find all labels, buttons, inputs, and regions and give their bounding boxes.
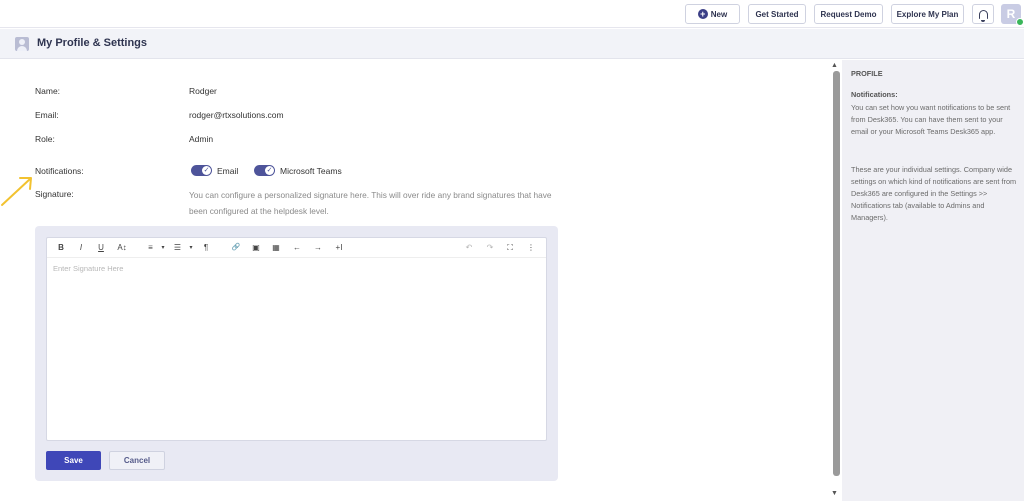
italic-icon[interactable]: I	[76, 242, 86, 254]
explore-plan-button[interactable]: Explore My Plan	[891, 4, 964, 24]
scrollbar-thumb[interactable]	[833, 71, 840, 476]
email-label: Email:	[35, 110, 59, 120]
email-value: rodger@rtxsolutions.com	[189, 110, 284, 120]
get-started-button[interactable]: Get Started	[748, 4, 806, 24]
check-icon: ✓	[265, 166, 274, 175]
signature-editor-container: B I U A↕ ≡ ▾ ☰ ▾ ¶ 🔗 ▣ ▦ ← → +I ↶ ↷ ⛶ ⋮ …	[35, 226, 558, 481]
scroll-down-icon[interactable]: ▼	[831, 490, 838, 497]
chevron-down-icon[interactable]: ▾	[159, 242, 167, 254]
notifications-button[interactable]	[972, 4, 994, 24]
more-options-icon[interactable]: ⋮	[525, 242, 537, 254]
avatar[interactable]: R	[1001, 4, 1024, 26]
fullscreen-icon[interactable]: ⛶	[504, 242, 516, 254]
check-icon: ✓	[202, 166, 211, 175]
arrow-right-icon[interactable]: →	[312, 242, 324, 254]
plus-icon: +	[697, 9, 708, 19]
side-panel-paragraph-1: You can set how you want notifications t…	[851, 103, 1011, 136]
email-notification-toggle[interactable]: ✓	[191, 165, 212, 176]
side-panel-paragraph-2: These are your individual settings. Comp…	[851, 165, 1017, 222]
signature-label: Signature:	[35, 189, 74, 199]
new-button[interactable]: + New	[685, 4, 740, 24]
cancel-button[interactable]: Cancel	[109, 451, 165, 470]
table-icon[interactable]: ▦	[270, 242, 282, 254]
teams-toggle-label: Microsoft Teams	[280, 166, 342, 176]
insert-field-icon[interactable]: +I	[332, 242, 346, 254]
redo-icon[interactable]: ↷	[484, 242, 496, 254]
arrow-annotation-icon	[1, 177, 32, 206]
side-panel-title: PROFILE	[851, 69, 883, 78]
page-title: My Profile & Settings	[37, 37, 148, 49]
teams-notification-toggle[interactable]: ✓	[254, 165, 275, 176]
profile-icon	[15, 37, 29, 51]
request-demo-button[interactable]: Request Demo	[814, 4, 883, 24]
signature-editor[interactable]: B I U A↕ ≡ ▾ ☰ ▾ ¶ 🔗 ▣ ▦ ← → +I ↶ ↷ ⛶ ⋮ …	[46, 237, 547, 441]
bell-icon	[978, 9, 988, 22]
undo-icon[interactable]: ↶	[463, 242, 475, 254]
bullet-list-icon[interactable]: ☰	[172, 242, 183, 254]
editor-toolbar: B I U A↕ ≡ ▾ ☰ ▾ ¶ 🔗 ▣ ▦ ← → +I ↶ ↷ ⛶ ⋮	[47, 238, 546, 258]
side-panel-subtitle: Notifications:	[851, 90, 898, 99]
new-button-label: New	[710, 9, 728, 19]
scroll-up-icon[interactable]: ▲	[831, 62, 838, 69]
online-status-icon	[1016, 18, 1024, 26]
role-label: Role:	[35, 134, 55, 144]
help-side-panel: PROFILE Notifications: You can set how y…	[842, 60, 1024, 501]
signature-input-placeholder: Enter Signature Here	[53, 264, 124, 273]
top-bar: + New Get Started Request Demo Explore M…	[0, 0, 1024, 28]
paragraph-icon[interactable]: ¶	[201, 242, 211, 254]
avatar-initial: R	[1006, 7, 1016, 21]
arrow-left-icon[interactable]: ←	[291, 242, 303, 254]
bold-icon[interactable]: B	[56, 242, 66, 254]
page-header: My Profile & Settings	[0, 29, 1024, 59]
underline-icon[interactable]: U	[96, 242, 106, 254]
font-size-icon[interactable]: A↕	[115, 242, 129, 254]
image-icon[interactable]: ▣	[250, 242, 262, 254]
notifications-label: Notifications:	[35, 166, 84, 176]
profile-main: Name: Rodger Email: rodger@rtxsolutions.…	[0, 60, 830, 501]
name-value: Rodger	[189, 86, 217, 96]
name-label: Name:	[35, 86, 61, 96]
save-button[interactable]: Save	[46, 451, 101, 470]
link-icon[interactable]: 🔗	[229, 242, 243, 254]
role-value: Admin	[189, 134, 214, 144]
ordered-list-icon[interactable]: ≡	[145, 242, 156, 254]
email-toggle-label: Email	[217, 166, 239, 176]
chevron-down-icon[interactable]: ▾	[187, 242, 195, 254]
signature-description: You can configure a personalized signatu…	[189, 190, 552, 216]
